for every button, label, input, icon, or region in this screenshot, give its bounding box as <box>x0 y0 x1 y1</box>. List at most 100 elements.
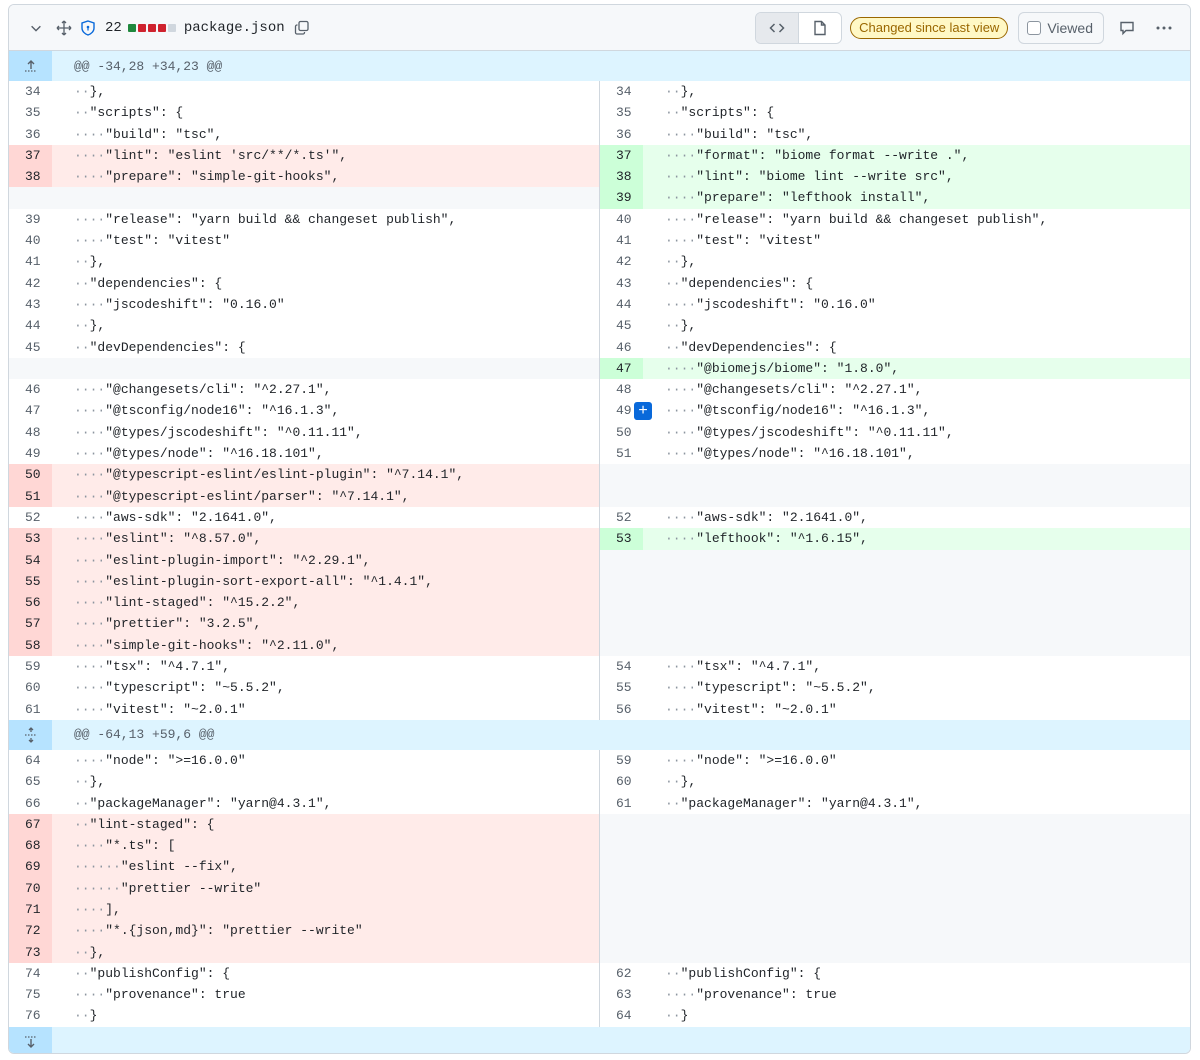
line-number[interactable]: 45 <box>9 337 52 358</box>
line-number[interactable]: 46 <box>600 337 643 358</box>
line-number[interactable]: 38 <box>600 166 643 188</box>
line-number[interactable]: 41 <box>9 251 52 272</box>
line-number[interactable]: 36 <box>9 124 52 145</box>
line-number[interactable]: 60 <box>9 677 52 698</box>
line-number[interactable]: 43 <box>9 294 52 315</box>
line-number[interactable]: 64 <box>600 1005 643 1026</box>
line-number[interactable] <box>600 941 643 963</box>
line-number[interactable]: 61 <box>9 699 52 720</box>
line-number[interactable]: 74 <box>9 963 52 984</box>
kebab-menu-icon[interactable] <box>1154 19 1174 37</box>
line-number[interactable]: 49 <box>9 443 52 464</box>
line-number[interactable] <box>600 920 643 942</box>
line-number[interactable]: 43 <box>600 273 643 294</box>
line-number[interactable]: 51 <box>9 485 52 507</box>
line-number[interactable]: 53 <box>600 528 643 550</box>
line-number[interactable]: 48 <box>600 379 643 400</box>
line-number[interactable]: 56 <box>9 592 52 614</box>
line-number[interactable]: 44 <box>9 315 52 336</box>
line-number[interactable]: 60 <box>600 771 643 792</box>
line-number[interactable]: 42 <box>9 273 52 294</box>
line-number[interactable] <box>600 485 643 507</box>
line-number[interactable] <box>600 634 643 657</box>
line-number[interactable]: 62 <box>600 963 643 984</box>
line-number[interactable]: 40 <box>600 209 643 230</box>
file-name[interactable]: package.json <box>184 20 285 36</box>
line-number[interactable]: 37 <box>600 144 643 167</box>
line-number[interactable]: 38 <box>9 166 52 188</box>
line-number[interactable]: 54 <box>600 656 643 677</box>
line-number[interactable] <box>600 877 643 899</box>
line-number[interactable]: 58 <box>9 634 52 657</box>
comment-icon[interactable] <box>1118 19 1136 37</box>
line-number[interactable] <box>600 898 643 921</box>
line-number[interactable]: 55 <box>9 570 52 593</box>
line-number[interactable]: 71 <box>9 898 52 921</box>
line-number[interactable]: 65 <box>9 771 52 792</box>
checkbox-icon[interactable] <box>1027 20 1042 35</box>
line-number[interactable]: 75 <box>9 984 52 1005</box>
line-number[interactable]: 59 <box>9 656 52 677</box>
line-number[interactable] <box>9 357 52 380</box>
line-number[interactable]: 47 <box>9 400 52 421</box>
line-number[interactable]: 61 <box>600 793 643 814</box>
line-number[interactable]: 46 <box>9 379 52 400</box>
line-number[interactable]: 59 <box>600 750 643 771</box>
line-number[interactable]: 34 <box>600 81 643 102</box>
line-number[interactable]: 66 <box>9 793 52 814</box>
copy-icon[interactable] <box>293 19 311 37</box>
line-number[interactable]: 47 <box>600 357 643 380</box>
line-number[interactable] <box>600 813 643 836</box>
line-number[interactable] <box>600 570 643 593</box>
line-number[interactable]: 48 <box>9 422 52 443</box>
line-number[interactable] <box>600 835 643 857</box>
line-number[interactable] <box>600 549 643 571</box>
line-number[interactable]: 44 <box>600 294 643 315</box>
line-number[interactable]: 56 <box>600 699 643 720</box>
line-number[interactable]: 35 <box>600 102 643 123</box>
expand-icon[interactable] <box>9 719 52 750</box>
line-number[interactable]: 57 <box>9 613 52 635</box>
line-number[interactable]: 37 <box>9 144 52 167</box>
line-number[interactable]: 34 <box>9 81 52 102</box>
line-number[interactable]: 52 <box>600 507 643 528</box>
line-number[interactable]: 69 <box>9 856 52 878</box>
line-number[interactable]: 68 <box>9 835 52 857</box>
line-number[interactable]: 35 <box>9 102 52 123</box>
line-number[interactable]: 40 <box>9 230 52 251</box>
line-number[interactable] <box>600 613 643 635</box>
add-comment-button[interactable]: + <box>634 402 652 421</box>
line-number[interactable]: 70 <box>9 877 52 899</box>
line-number[interactable] <box>600 464 643 486</box>
line-number[interactable]: 52 <box>9 507 52 528</box>
line-number[interactable] <box>600 592 643 614</box>
expand-down-icon[interactable] <box>9 1026 52 1053</box>
viewed-checkbox[interactable]: Viewed <box>1018 11 1104 44</box>
line-number[interactable]: 73 <box>9 941 52 963</box>
line-number[interactable]: 41 <box>600 230 643 251</box>
line-number[interactable]: 51 <box>600 443 643 464</box>
move-icon[interactable] <box>55 19 73 37</box>
line-number[interactable]: 64 <box>9 750 52 771</box>
line-number[interactable]: 53 <box>9 528 52 550</box>
line-number[interactable]: 72 <box>9 920 52 942</box>
line-number[interactable]: 50 <box>600 422 643 443</box>
line-number[interactable]: 39 <box>600 187 643 209</box>
line-number[interactable] <box>9 187 52 209</box>
line-number[interactable]: 67 <box>9 813 52 836</box>
code-view-button[interactable] <box>756 12 800 43</box>
line-number[interactable]: 76 <box>9 1005 52 1026</box>
line-number[interactable] <box>600 856 643 878</box>
chevron-down-icon[interactable] <box>27 19 45 37</box>
line-number[interactable]: 42 <box>600 251 643 272</box>
line-number[interactable]: 49 + <box>600 400 652 421</box>
line-number[interactable]: 54 <box>9 549 52 571</box>
line-number[interactable]: 36 <box>600 124 643 145</box>
line-number[interactable]: 45 <box>600 315 643 336</box>
line-number[interactable]: 63 <box>600 984 643 1005</box>
line-number[interactable]: 55 <box>600 677 643 698</box>
expand-up-icon[interactable] <box>9 51 52 81</box>
line-number[interactable]: 39 <box>9 209 52 230</box>
file-view-button[interactable] <box>799 12 842 43</box>
line-number[interactable]: 50 <box>9 464 52 486</box>
